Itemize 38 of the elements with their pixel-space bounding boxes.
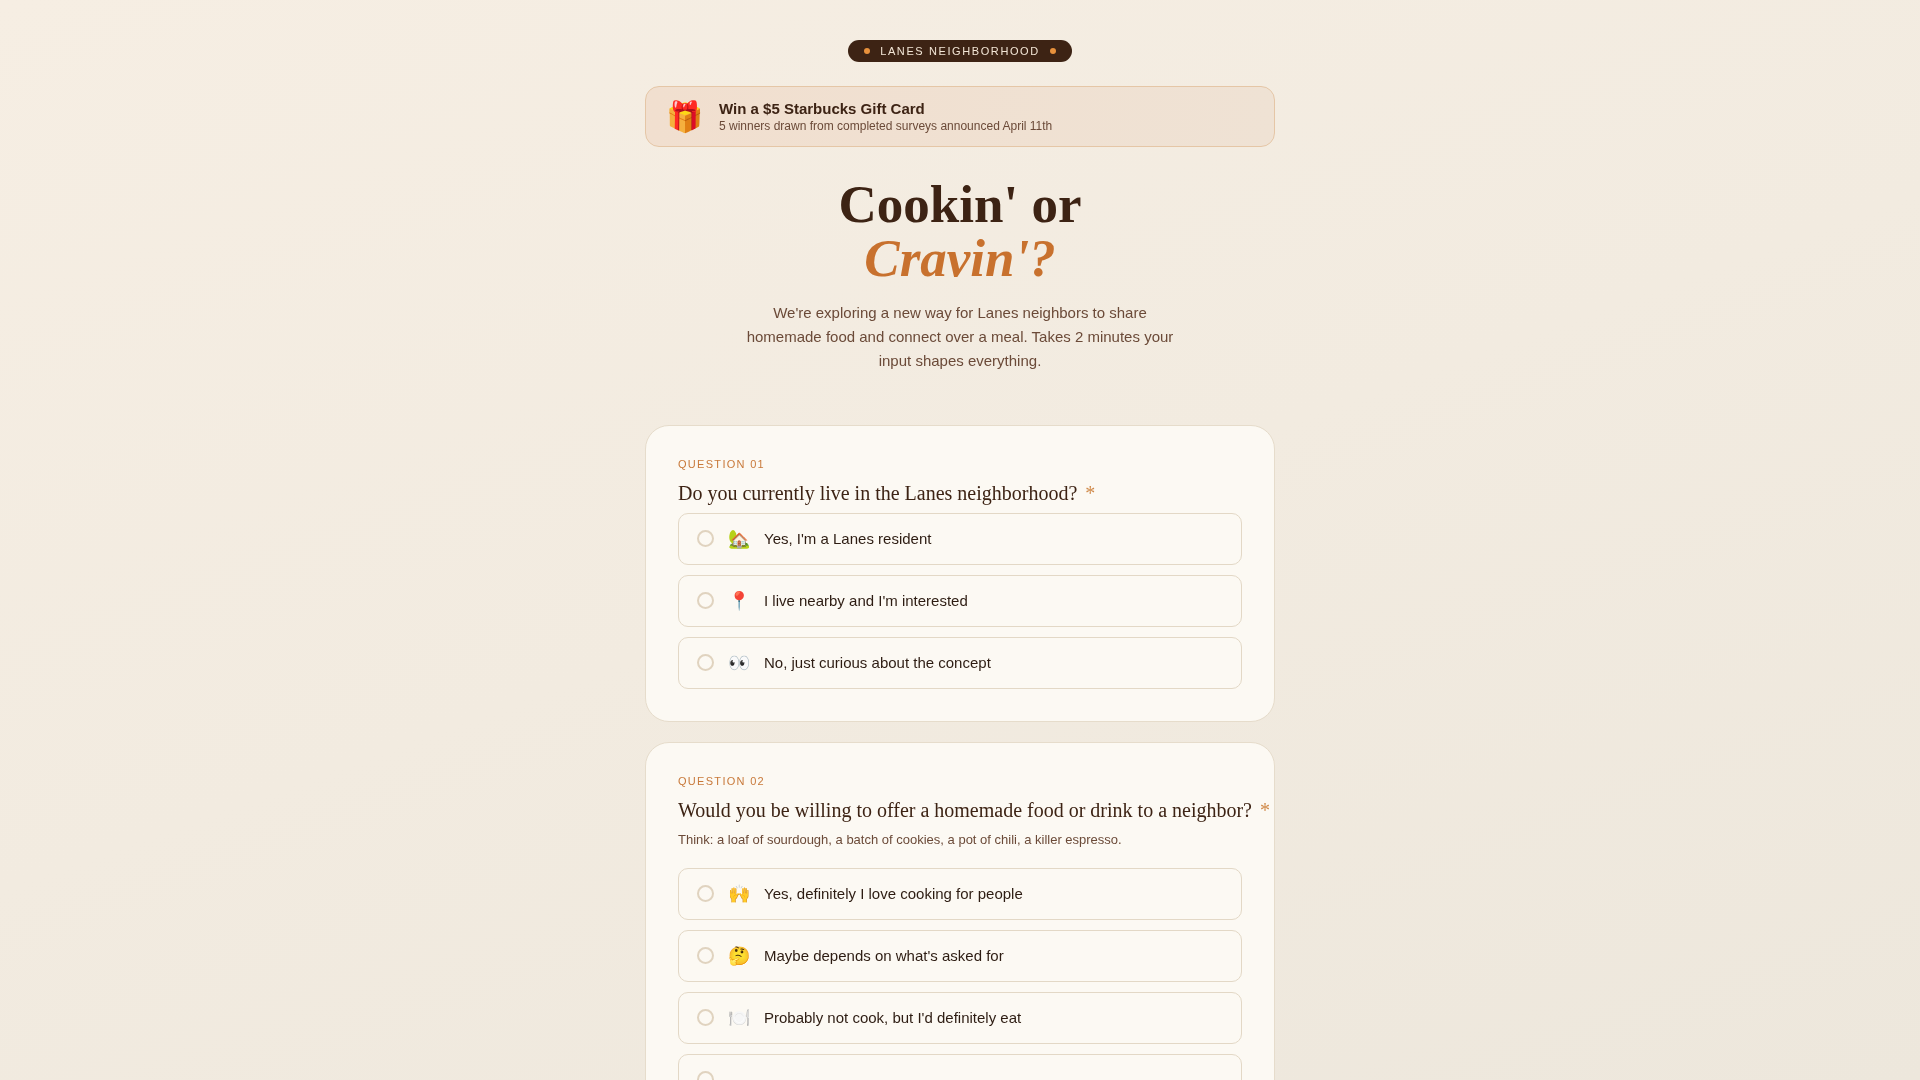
emoji-icon: 📍	[728, 591, 750, 610]
question-number: QUESTION 01	[678, 457, 767, 470]
emoji-icon: 🙌	[728, 884, 750, 903]
option-label: Maybe depends on what's asked for	[764, 947, 1004, 965]
emoji-icon: 👀	[728, 653, 750, 672]
emoji-icon: 🏡	[728, 529, 750, 548]
question-text: Do you currently live in the Lanes neighborhood?	[678, 481, 1078, 504]
banner-title: Win a $5 Starbucks Gift Card	[719, 100, 926, 117]
gift-icon: 🎁	[666, 101, 703, 132]
option-label: Yes, I'm a Lanes resident	[764, 530, 932, 548]
answer-option[interactable]: 🙌 Yes, definitely I love cooking for people	[678, 867, 1242, 920]
emoji-icon: 🍽	[728, 1008, 750, 1027]
radio-button[interactable]	[697, 530, 714, 548]
answer-option[interactable]: 🏡 Yes, I'm a Lanes resident	[678, 512, 1242, 565]
question-number: QUESTION 02	[678, 774, 767, 787]
dot-icon	[1049, 48, 1056, 54]
option-label: No, just curious about the concept	[764, 654, 991, 672]
answer-option[interactable]: 👀 No, just curious about the concept	[678, 636, 1242, 689]
radio-button[interactable]	[697, 947, 714, 965]
required-asterisk: *	[1085, 481, 1096, 504]
answer-option[interactable]: 📍 I live nearby and I'm interested	[678, 574, 1242, 627]
required-asterisk: *	[1260, 798, 1270, 821]
intro-paragraph: We're exploring a new way for Lanes neighbors to share homemade food and connect over a meal. Takes 2 minutes your input shapes everything.	[745, 302, 1175, 371]
radio-button[interactable]	[697, 1009, 714, 1027]
radio-button[interactable]	[697, 592, 714, 610]
option-label: Probably not cook, but I'd definitely eat	[764, 1009, 1022, 1027]
radio-button[interactable]	[697, 885, 714, 903]
radio-button[interactable]	[697, 654, 714, 672]
answer-option[interactable]: 🍽 Probably not cook, but I'd definitely eat	[678, 991, 1242, 1044]
emoji-icon: 🤔	[728, 946, 750, 965]
banner-subtitle: 5 winners drawn from completed surveys announced April 11th	[719, 119, 1053, 133]
option-label: Yes, definitely I love cooking for people	[764, 885, 1023, 903]
badge-label: LANES NEIGHBORHOOD	[880, 45, 1040, 57]
question-hint: Think: a loaf of sourdough, a batch of cookies, a pot of chili, a killer espresso.	[678, 831, 1123, 847]
option-label: I live nearby and I'm interested	[764, 592, 968, 610]
dot-icon	[864, 48, 871, 54]
answer-option[interactable]: 🤔 Maybe depends on what's asked for	[678, 929, 1242, 982]
question-text: Would you be willing to offer a homemade food or drink to a neighbor?	[678, 798, 1252, 821]
